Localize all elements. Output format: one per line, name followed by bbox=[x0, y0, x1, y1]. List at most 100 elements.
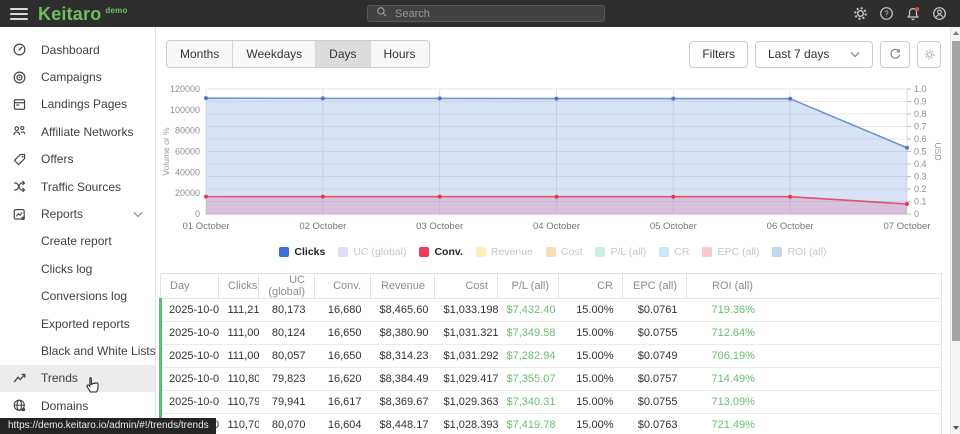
sidebar-item-exported-reports[interactable]: Exported reports bbox=[0, 310, 155, 337]
column-header-epc-all[interactable]: EPC (all) bbox=[623, 274, 687, 299]
svg-text:0.6: 0.6 bbox=[914, 134, 927, 144]
search-input[interactable]: Search bbox=[367, 5, 605, 22]
dashboard-icon bbox=[12, 42, 28, 57]
refresh-button[interactable] bbox=[880, 41, 910, 68]
legend-swatch bbox=[772, 247, 782, 257]
table-row[interactable]: 2025-10-06110,7080,07016,604$8,448.17$1,… bbox=[161, 414, 942, 434]
column-header-roi-all[interactable]: ROI (all) bbox=[687, 274, 942, 299]
table-row[interactable]: 2025-10-03111,0080,05716,650$8,314.23$1,… bbox=[161, 345, 942, 368]
table-cell: $7,282.94 bbox=[498, 345, 559, 368]
table-row[interactable]: 2025-10-01111,2180,17316,680$8,465.60$1,… bbox=[161, 299, 942, 322]
table-cell: $1,028.3930 bbox=[435, 414, 498, 434]
scrollbar-thumb[interactable] bbox=[952, 41, 960, 341]
help-icon[interactable]: ? bbox=[879, 6, 894, 21]
sidebar-item-trends[interactable]: Trends bbox=[0, 365, 155, 392]
column-header-day[interactable]: Day bbox=[161, 274, 219, 299]
legend-item-cost[interactable]: Cost bbox=[546, 246, 583, 258]
legend-item-p-l-all[interactable]: P/L (all) bbox=[595, 246, 646, 258]
tab-hours[interactable]: Hours bbox=[371, 41, 429, 67]
svg-text:0.1: 0.1 bbox=[914, 197, 927, 207]
svg-text:01 October: 01 October bbox=[183, 221, 230, 232]
table-row[interactable]: 2025-10-05110,7979,94116,617$8,369.67$1,… bbox=[161, 391, 942, 414]
legend-label: CR bbox=[674, 246, 689, 258]
svg-text:03 October: 03 October bbox=[416, 221, 463, 232]
legend-label: UC (global) bbox=[353, 246, 406, 258]
table-cell: $8,384.49 bbox=[371, 368, 435, 391]
sidebar-item-label: Affiliate Networks bbox=[41, 125, 133, 139]
table-row[interactable]: 2025-10-02111,0080,12416,650$8,380.90$1,… bbox=[161, 322, 942, 345]
legend-item-roi-all[interactable]: ROI (all) bbox=[772, 246, 826, 258]
sidebar-item-conversions-log[interactable]: Conversions log bbox=[0, 283, 155, 310]
sidebar-item-traffic-sources[interactable]: Traffic Sources bbox=[0, 173, 155, 200]
status-url: https://demo.keitaro.io/admin/#!/trends/… bbox=[0, 418, 216, 434]
trends-toolbar: MonthsWeekdaysDaysHours Filters Last 7 d… bbox=[166, 40, 941, 68]
svg-text:0: 0 bbox=[914, 209, 919, 219]
legend-item-epc-all[interactable]: EPC (all) bbox=[702, 246, 759, 258]
sidebar: DashboardCampaigns Landings Pages Affiliat… bbox=[0, 27, 156, 434]
app-logo[interactable]: Keitarodemo bbox=[38, 5, 128, 23]
table-cell: 111,00 bbox=[219, 345, 259, 368]
sidebar-item-campaigns[interactable]: Campaigns bbox=[0, 63, 155, 90]
scrollbar-down-arrow[interactable] bbox=[953, 426, 959, 430]
sidebar-item-affiliate-networks[interactable]: Affiliate Networks bbox=[0, 118, 155, 145]
table-cell: 80,057 bbox=[259, 345, 315, 368]
trends-chart[interactable]: 02000040000600008000010000012000000.10.2… bbox=[159, 75, 950, 240]
sidebar-item-label: Clicks log bbox=[41, 262, 92, 276]
main-scrollbar[interactable] bbox=[950, 27, 960, 434]
legend-item-conv[interactable]: Conv. bbox=[419, 246, 462, 258]
table-cell: $7,419.78 bbox=[498, 414, 559, 434]
chart-legend: Clicks UC (global) Conv. Revenue Cost P/L (al… bbox=[156, 245, 950, 259]
svg-text:0.9: 0.9 bbox=[914, 97, 927, 107]
table-cell: $0.0757 bbox=[623, 368, 687, 391]
domains-icon bbox=[12, 398, 28, 413]
scrollbar-up-arrow[interactable] bbox=[953, 31, 959, 35]
table-row[interactable]: 2025-10-04110,8079,82316,620$8,384.49$1,… bbox=[161, 368, 942, 391]
column-header-conv[interactable]: Conv. bbox=[315, 274, 371, 299]
notifications-bell-icon[interactable] bbox=[905, 6, 921, 22]
table-cell: $8,380.90 bbox=[371, 322, 435, 345]
column-header-cr[interactable]: CR bbox=[559, 274, 623, 299]
legend-swatch bbox=[702, 247, 712, 257]
sidebar-item-reports[interactable]: Reports bbox=[0, 200, 155, 227]
sidebar-item-label: Landings Pages bbox=[41, 97, 127, 111]
svg-text:20000: 20000 bbox=[175, 188, 200, 198]
tab-months[interactable]: Months bbox=[167, 41, 233, 67]
tab-weekdays[interactable]: Weekdays bbox=[233, 41, 316, 67]
top-bar: Keitarodemo Search ? bbox=[0, 0, 960, 27]
sidebar-item-create-report[interactable]: Create report bbox=[0, 228, 155, 255]
sidebar-item-label: Create report bbox=[41, 234, 112, 248]
svg-text:USD: USD bbox=[933, 143, 943, 161]
tab-days[interactable]: Days bbox=[316, 41, 370, 67]
sidebar-item-landings-pages[interactable]: Landings Pages bbox=[0, 91, 155, 118]
column-header-revenue[interactable]: Revenue bbox=[371, 274, 435, 299]
column-header-clicks[interactable]: Clicks bbox=[219, 274, 259, 299]
settings-gear-icon[interactable] bbox=[853, 6, 868, 21]
column-header-uc-global[interactable]: UC (global) bbox=[259, 274, 315, 299]
sidebar-item-offers[interactable]: Offers bbox=[0, 146, 155, 173]
sidebar-item-clicks-log[interactable]: Clicks log bbox=[0, 255, 155, 282]
legend-swatch bbox=[476, 247, 486, 257]
svg-text:Volume or %: Volume or % bbox=[161, 127, 171, 176]
column-header-p-l-all[interactable]: P/L (all) bbox=[498, 274, 559, 299]
sidebar-item-domains[interactable]: Domains bbox=[0, 392, 155, 419]
search-icon bbox=[376, 5, 388, 23]
table-cell: 16,620 bbox=[315, 368, 371, 391]
date-range-select[interactable]: Last 7 days bbox=[755, 41, 873, 68]
legend-item-revenue[interactable]: Revenue bbox=[476, 246, 533, 258]
column-header-cost[interactable]: Cost bbox=[435, 274, 498, 299]
table-cell: 15.00% bbox=[559, 368, 623, 391]
filters-button[interactable]: Filters bbox=[689, 41, 748, 68]
legend-item-clicks[interactable]: Clicks bbox=[279, 246, 325, 258]
profile-avatar-icon[interactable] bbox=[932, 6, 947, 21]
sidebar-item-dashboard[interactable]: Dashboard bbox=[0, 36, 155, 63]
period-tabs: MonthsWeekdaysDaysHours bbox=[166, 40, 430, 68]
menu-icon[interactable] bbox=[10, 5, 28, 23]
legend-item-cr[interactable]: CR bbox=[659, 246, 689, 258]
chart-settings-gear-icon[interactable] bbox=[917, 41, 941, 68]
sidebar-item-black-and-white-lists[interactable]: Black and White Lists bbox=[0, 337, 155, 364]
table-cell: 2025-10-03 bbox=[161, 345, 219, 368]
legend-item-uc-global[interactable]: UC (global) bbox=[338, 246, 406, 258]
logo-demo-badge: demo bbox=[105, 6, 127, 15]
svg-text:0.5: 0.5 bbox=[914, 147, 927, 157]
table-cell: $1,029.4177 bbox=[435, 368, 498, 391]
